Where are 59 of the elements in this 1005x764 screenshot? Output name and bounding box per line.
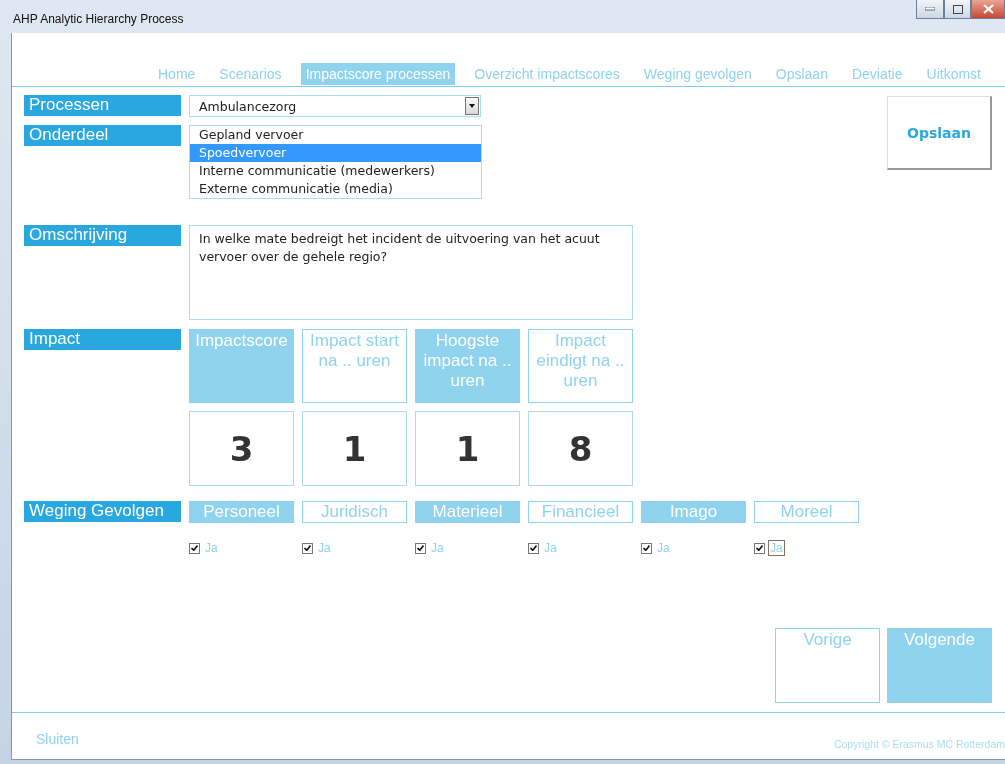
category-header: Juridisch bbox=[302, 501, 407, 523]
next-button[interactable]: Volgende bbox=[887, 628, 992, 703]
column-header: Impact start na .. uren bbox=[302, 329, 407, 403]
category-header: Personeel bbox=[189, 501, 294, 523]
category-header: Financieel bbox=[528, 501, 633, 523]
checkbox[interactable] bbox=[641, 542, 652, 554]
copyright-text: Copyright © Erasmus MC Rotterdam bbox=[833, 738, 1005, 750]
checkbox-label: Ja bbox=[656, 540, 671, 556]
category-header: Imago bbox=[641, 501, 746, 523]
score-value: 3 bbox=[189, 411, 294, 486]
score-value: 1 bbox=[415, 411, 520, 486]
list-option[interactable]: Gepland vervoer bbox=[190, 126, 481, 144]
list-box[interactable]: Gepland vervoer Spoedvervoer Interne communicatie (medewerkers) Externe communicatie (media) bbox=[189, 125, 482, 199]
nav-tab[interactable]: Impactscore processen bbox=[300, 63, 456, 85]
section-label: Impact bbox=[24, 329, 181, 350]
checkbox-label: Ja bbox=[768, 540, 785, 556]
close-button[interactable] bbox=[971, 0, 1005, 19]
checkbox-label: Ja bbox=[430, 540, 445, 556]
column-header: Impactscore bbox=[189, 329, 294, 403]
window-title: AHP Analytic Hierarchy Process bbox=[13, 12, 184, 26]
category-header: Materieel bbox=[415, 501, 520, 523]
nav-tab[interactable]: Opslaan bbox=[770, 63, 833, 85]
close-link[interactable]: Sluiten bbox=[36, 731, 79, 747]
checkbox-label: Ja bbox=[543, 540, 558, 556]
list-option[interactable]: Spoedvervoer bbox=[190, 144, 481, 162]
checkbox[interactable] bbox=[302, 542, 313, 554]
description-field[interactable]: In welke mate bedreigt het incident de uitvoering van het acuut vervoer over de gehele regio? bbox=[189, 225, 633, 320]
checkbox[interactable] bbox=[754, 542, 765, 554]
minimize-icon bbox=[925, 7, 935, 11]
list-option[interactable]: Externe communicatie (media) bbox=[190, 180, 481, 198]
nav-tab[interactable]: Deviatie bbox=[846, 63, 908, 85]
dropdown-icon bbox=[465, 97, 479, 115]
nav-tab[interactable]: Uitkomst bbox=[921, 63, 986, 85]
checkbox-label: Ja bbox=[204, 540, 219, 556]
save-button[interactable]: Opslaan bbox=[887, 96, 992, 170]
section-label: Omschrijving bbox=[24, 225, 181, 246]
column-header: Hoogste impact na .. uren bbox=[415, 329, 520, 403]
list-option[interactable]: Interne communicatie (medewerkers) bbox=[190, 162, 481, 180]
section-label: Onderdeel bbox=[24, 125, 181, 146]
score-value: 1 bbox=[302, 411, 407, 486]
section-label: Processen bbox=[24, 95, 181, 116]
nav-tab[interactable]: Home bbox=[153, 63, 201, 85]
nav-tab[interactable]: Scenarios bbox=[214, 63, 287, 85]
section-label: Weging Gevolgen bbox=[24, 501, 181, 522]
close-icon bbox=[982, 4, 994, 14]
score-value: 8 bbox=[528, 411, 633, 486]
minimize-button[interactable] bbox=[916, 0, 944, 19]
nav-tab[interactable]: Weging gevolgen bbox=[638, 63, 757, 85]
category-header: Moreel bbox=[754, 501, 859, 523]
checkbox[interactable] bbox=[528, 542, 539, 554]
checkbox[interactable] bbox=[189, 542, 200, 554]
previous-button[interactable]: Vorige bbox=[775, 628, 880, 703]
column-header: Impact eindigt na .. uren bbox=[528, 329, 633, 403]
checkbox[interactable] bbox=[415, 542, 426, 554]
maximize-icon bbox=[952, 4, 963, 14]
checkbox-label: Ja bbox=[317, 540, 332, 556]
process-dropdown[interactable]: Ambulancezorg bbox=[189, 95, 481, 117]
nav-tab[interactable]: Overzicht impactscores bbox=[469, 63, 625, 85]
maximize-button[interactable] bbox=[944, 0, 971, 19]
